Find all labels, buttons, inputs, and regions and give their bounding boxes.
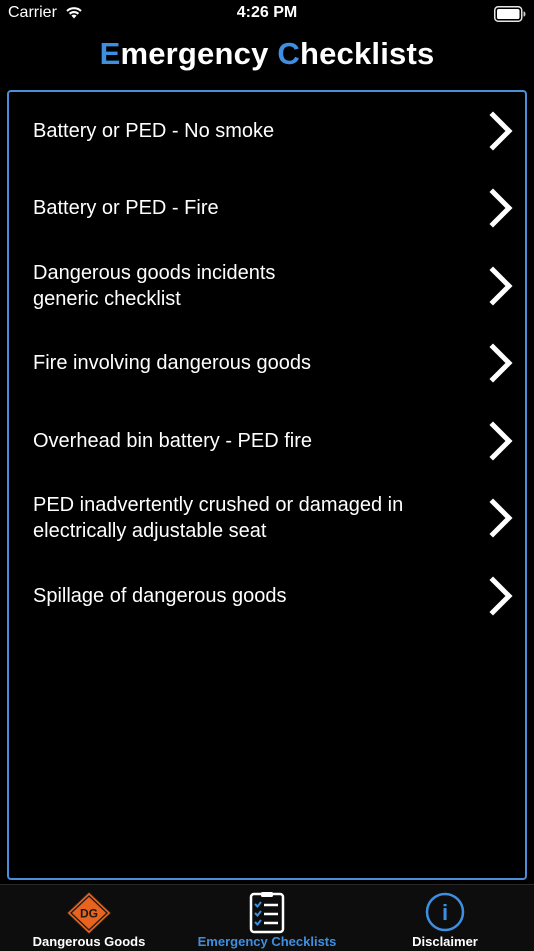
battery-icon bbox=[494, 6, 526, 22]
chevron-right-icon bbox=[489, 188, 513, 228]
chevron-right-icon bbox=[489, 498, 513, 538]
checklist-item-label: Battery or PED - No smoke bbox=[33, 119, 275, 142]
checklist-item[interactable]: Battery or PED - Fire bbox=[9, 170, 525, 248]
checklist-icon bbox=[249, 892, 285, 934]
info-icon: i bbox=[425, 892, 465, 932]
checklist-item[interactable]: Spillage of dangerous goods bbox=[9, 557, 525, 635]
info-icon-text: i bbox=[442, 900, 448, 925]
checklist-item[interactable]: Overhead bin battery - PED fire bbox=[9, 402, 525, 480]
tab-emergency-checklists[interactable]: Emergency Checklists bbox=[178, 885, 356, 951]
title-part-2: hecklists bbox=[299, 36, 435, 71]
tab-label: Disclaimer bbox=[412, 934, 478, 949]
title-part-1: mergency bbox=[120, 36, 278, 71]
checklist-item-label: Overhead bin battery - PED fire bbox=[33, 429, 313, 452]
checklist-item-label: PED inadvertently crushed or damaged in … bbox=[33, 494, 404, 543]
checklist-item-label: Spillage of dangerous goods bbox=[33, 584, 287, 607]
checklist-item[interactable]: Dangerous goods incidents generic checkl… bbox=[9, 247, 525, 325]
checklist-item-label: Dangerous goods incidents generic checkl… bbox=[33, 261, 276, 310]
title-initial-c: C bbox=[277, 36, 300, 71]
checklist-list: Battery or PED - No smoke Battery or PED… bbox=[9, 92, 525, 635]
checklist-item-label: Fire involving dangerous goods bbox=[33, 352, 311, 375]
chevron-right-icon bbox=[489, 576, 513, 616]
tab-label: Dangerous Goods bbox=[32, 934, 146, 949]
title-initial-e: E bbox=[99, 36, 121, 71]
status-bar: Carrier 4:26 PM bbox=[0, 0, 534, 28]
chevron-right-icon bbox=[489, 266, 513, 306]
status-time: 4:26 PM bbox=[236, 4, 298, 21]
page-title: Emergency Checklists bbox=[0, 36, 534, 72]
chevron-right-icon bbox=[489, 421, 513, 461]
checklist-item[interactable]: Fire involving dangerous goods bbox=[9, 325, 525, 403]
chevron-right-icon bbox=[489, 343, 513, 383]
chevron-right-icon bbox=[489, 111, 513, 151]
dg-diamond-icon: DG bbox=[66, 891, 112, 935]
checklist-panel: Battery or PED - No smoke Battery or PED… bbox=[7, 90, 527, 880]
tab-label: Emergency Checklists bbox=[197, 934, 337, 949]
checklist-item[interactable]: Battery or PED - No smoke bbox=[9, 92, 525, 170]
checklist-item-label: Battery or PED - Fire bbox=[33, 197, 219, 220]
checklist-item[interactable]: PED inadvertently crushed or damaged in … bbox=[9, 480, 525, 558]
tab-disclaimer[interactable]: i Disclaimer bbox=[356, 885, 534, 951]
tab-dangerous-goods[interactable]: DG Dangerous Goods bbox=[0, 885, 178, 951]
tab-bar: DG Dangerous Goods Emergency Checklists … bbox=[0, 884, 534, 951]
dg-icon-text: DG bbox=[80, 907, 98, 921]
